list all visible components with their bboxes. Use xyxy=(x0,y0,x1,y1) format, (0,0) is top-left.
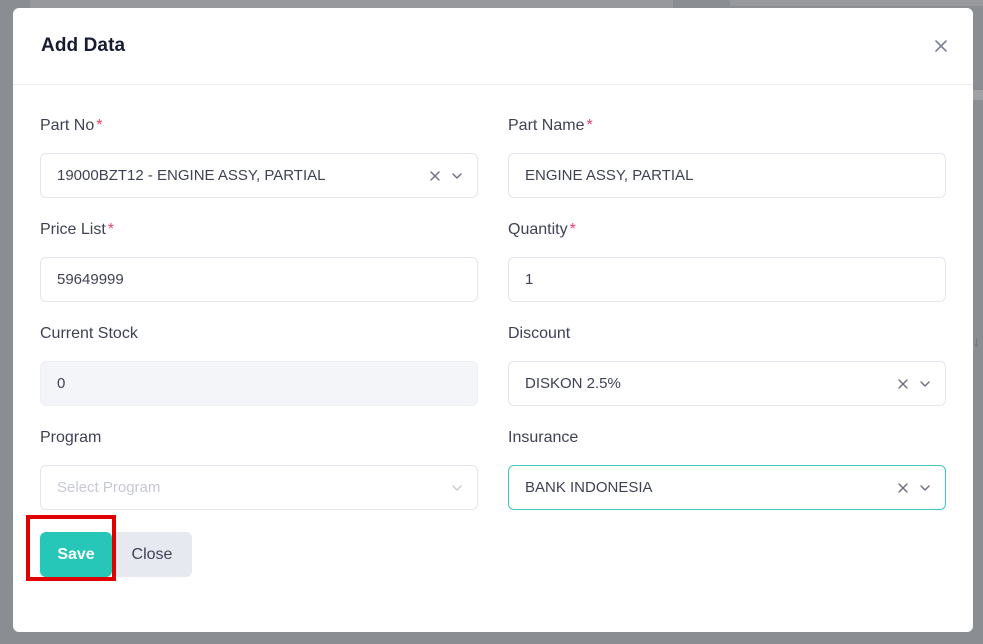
background-panel xyxy=(730,0,983,6)
required-mark: * xyxy=(96,117,103,134)
program-select[interactable]: Select Program xyxy=(40,465,478,510)
current-stock-value: 0 xyxy=(57,375,66,392)
modal-footer: Save Close xyxy=(40,532,192,577)
current-stock-input: 0 xyxy=(40,361,478,406)
current-stock-label: Current Stock xyxy=(40,325,138,342)
form-grid: Part No * 19000BZT12 - ENGINE ASSY, PARTI… xyxy=(40,116,946,532)
quantity-label: Quantity * xyxy=(508,220,946,240)
chevron-down-icon[interactable] xyxy=(451,482,463,494)
program-label: Program xyxy=(40,429,102,446)
close-button[interactable]: Close xyxy=(112,532,192,577)
part-no-value: 19000BZT12 - ENGINE ASSY, PARTIAL xyxy=(57,167,326,184)
price-list-label: Price List * xyxy=(40,220,478,240)
required-mark: * xyxy=(569,221,576,238)
quantity-field: Quantity * 1 xyxy=(508,220,946,324)
part-name-label: Part Name * xyxy=(508,116,946,136)
add-data-modal: Add Data Part No * 19000BZT12 - ENGINE AS… xyxy=(13,8,973,632)
insurance-label: Insurance xyxy=(508,429,579,446)
modal-title: Add Data xyxy=(41,35,126,56)
quantity-label-text: Quantity xyxy=(508,221,568,238)
price-list-label-text: Price List xyxy=(40,221,106,238)
close-icon[interactable] xyxy=(933,38,949,54)
background-divider xyxy=(973,90,983,100)
price-list-input[interactable]: 59649999 xyxy=(40,257,478,302)
insurance-value: BANK INDONESIA xyxy=(525,479,653,496)
quantity-input[interactable]: 1 xyxy=(508,257,946,302)
save-button[interactable]: Save xyxy=(40,532,112,577)
part-name-label-text: Part Name xyxy=(508,117,585,134)
background-card xyxy=(30,0,673,8)
current-stock-field: Current Stock 0 xyxy=(40,324,478,428)
part-name-value: ENGINE ASSY, PARTIAL xyxy=(525,167,694,184)
discount-field: Discount DISKON 2.5% xyxy=(508,324,946,428)
chevron-down-icon[interactable] xyxy=(919,378,931,390)
program-field: Program Select Program xyxy=(40,428,478,532)
clear-icon[interactable] xyxy=(429,170,441,182)
required-mark: * xyxy=(107,221,115,238)
chevron-down-icon[interactable] xyxy=(451,170,463,182)
discount-label: Discount xyxy=(508,325,571,342)
clear-icon[interactable] xyxy=(897,482,909,494)
discount-value: DISKON 2.5% xyxy=(525,375,621,392)
part-no-label-text: Part No xyxy=(40,117,95,134)
part-name-field: Part Name * ENGINE ASSY, PARTIAL xyxy=(508,116,946,220)
program-placeholder: Select Program xyxy=(57,479,161,496)
required-mark: * xyxy=(586,117,593,134)
modal-header: Add Data xyxy=(13,8,973,85)
insurance-select[interactable]: BANK INDONESIA xyxy=(508,465,946,510)
price-list-value: 59649999 xyxy=(57,271,124,288)
chevron-down-icon[interactable] xyxy=(919,482,931,494)
discount-select[interactable]: DISKON 2.5% xyxy=(508,361,946,406)
part-name-input[interactable]: ENGINE ASSY, PARTIAL xyxy=(508,153,946,198)
background-sort-glyph: ↓ xyxy=(973,333,980,349)
part-no-label: Part No * xyxy=(40,116,478,136)
clear-icon[interactable] xyxy=(897,378,909,390)
price-list-field: Price List * 59649999 xyxy=(40,220,478,324)
insurance-field: Insurance BANK INDONESIA xyxy=(508,428,946,532)
quantity-value: 1 xyxy=(525,271,534,288)
part-no-field: Part No * 19000BZT12 - ENGINE ASSY, PARTI… xyxy=(40,116,478,220)
part-no-select[interactable]: 19000BZT12 - ENGINE ASSY, PARTIAL xyxy=(40,153,478,198)
